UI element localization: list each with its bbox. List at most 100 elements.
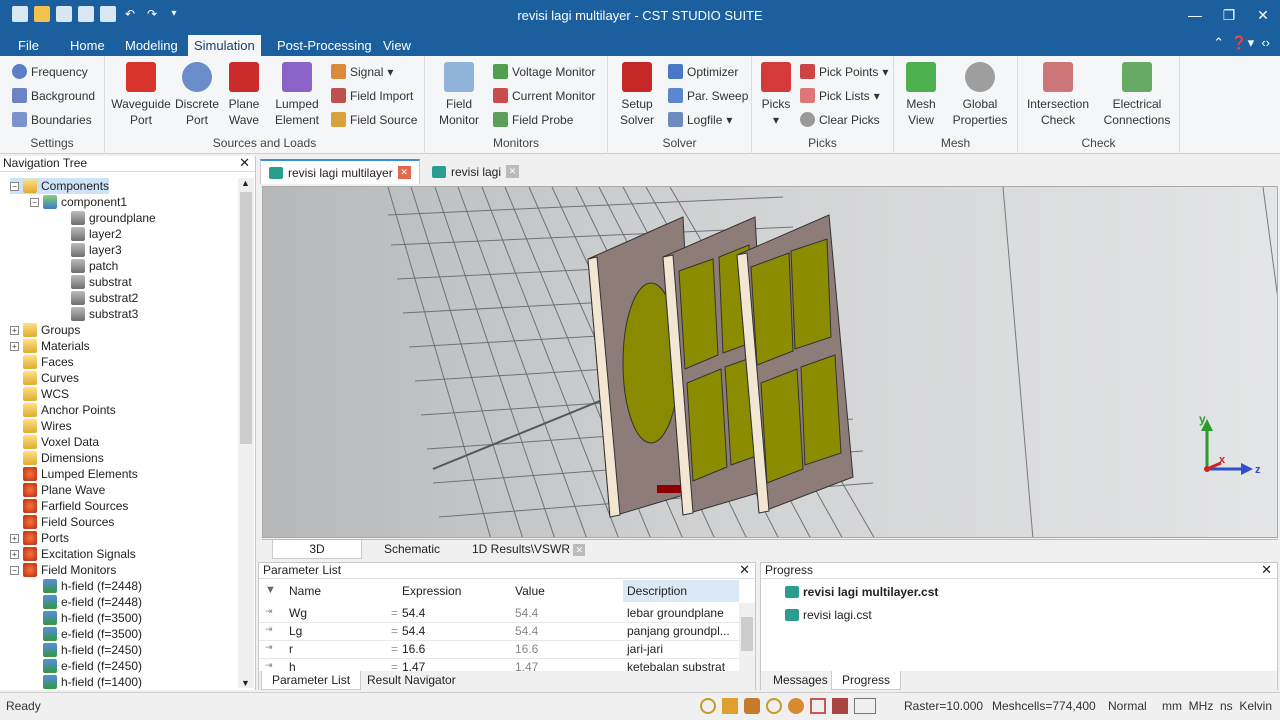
tree-item[interactable]: h-field (f=2450) — [30, 642, 142, 658]
tree-item[interactable]: + Groups — [10, 322, 80, 338]
electrical-connections-button[interactable]: Electrical Connections — [1098, 62, 1176, 128]
expand-toggle-icon[interactable]: + — [10, 549, 19, 559]
doc-tab-multilayer[interactable]: revisi lagi multilayer ✕ — [260, 159, 420, 184]
scrollbar-thumb[interactable] — [240, 192, 252, 444]
tree-item[interactable]: Dimensions — [10, 450, 104, 466]
tree-item[interactable]: e-field (f=3500) — [30, 626, 142, 642]
field-import-button[interactable]: Field Import — [331, 88, 413, 103]
parameter-expression[interactable]: 16.6 — [402, 642, 425, 656]
mesh-view-button[interactable]: Mesh View — [900, 62, 942, 128]
tree-item[interactable]: − Field Monitors — [10, 562, 116, 578]
parameter-value[interactable]: 16.6 — [515, 642, 538, 656]
expand-toggle-icon[interactable]: − — [10, 565, 19, 575]
plane-wave-button[interactable]: Plane Wave — [223, 62, 265, 128]
help-icon[interactable]: ⌃ ❓▾ ‹› — [1213, 35, 1270, 51]
tab-result-navigator[interactable]: Result Navigator — [357, 671, 466, 690]
field-monitor-button[interactable]: Field Monitor — [433, 62, 485, 128]
pan-icon[interactable] — [722, 698, 738, 714]
spin-icon[interactable] — [788, 698, 804, 714]
waveguide-port-button[interactable]: Waveguide Port — [109, 62, 173, 128]
rotate-icon[interactable] — [744, 698, 760, 714]
column-name[interactable]: Name — [289, 584, 321, 598]
tree-item[interactable]: Plane Wave — [10, 482, 105, 498]
parameter-description[interactable]: lebar groundplane — [627, 606, 724, 620]
tree-item[interactable]: Anchor Points — [10, 402, 116, 418]
tab-home[interactable]: Home — [64, 35, 111, 56]
tree-item[interactable]: substrat3 — [58, 306, 138, 322]
field-source-button[interactable]: Field Source — [331, 112, 417, 127]
pick-lists-button[interactable]: Pick Lists ▾ — [800, 88, 880, 103]
column-value[interactable]: Value — [515, 584, 545, 598]
view-tab-vswr[interactable]: 1D Results\VSWR ✕ — [464, 540, 593, 559]
tree-item[interactable]: h-field (f=3500) — [30, 610, 142, 626]
expand-toggle-icon[interactable]: + — [10, 341, 19, 351]
progress-file-2[interactable]: revisi lagi.cst — [785, 608, 872, 622]
parameter-name[interactable]: Wg — [289, 606, 307, 620]
parameter-expression[interactable]: 54.4 — [402, 624, 425, 638]
tree-item[interactable]: h-field (f=1400) — [30, 674, 142, 690]
signal-button[interactable]: Signal ▾ — [331, 64, 393, 79]
field-probe-button[interactable]: Field Probe — [493, 112, 573, 127]
tree-item[interactable]: Farfield Sources — [10, 498, 128, 514]
tree-item[interactable]: − component1 — [30, 194, 127, 210]
parameter-description[interactable]: jari-jari — [627, 642, 663, 656]
tree-item[interactable]: substrat2 — [58, 290, 138, 306]
tree-item[interactable]: patch — [58, 258, 118, 274]
column-description[interactable]: Description — [623, 580, 739, 602]
parameter-value[interactable]: 54.4 — [515, 624, 538, 638]
close-icon[interactable]: ✕ — [1261, 562, 1272, 578]
intersection-check-button[interactable]: Intersection Check — [1024, 62, 1092, 128]
expand-toggle-icon[interactable]: + — [10, 325, 19, 335]
doc-tab-revisi-lagi[interactable]: revisi lagi ✕ — [424, 159, 527, 184]
tree-item[interactable]: e-field (f=2448) — [30, 594, 142, 610]
optimizer-button[interactable]: Optimizer — [668, 64, 738, 79]
setup-solver-button[interactable]: Setup Solver — [614, 62, 660, 128]
tree-item[interactable]: Lumped Elements — [10, 466, 138, 482]
view-cube-icon[interactable] — [854, 698, 876, 714]
tree-scrollbar[interactable]: ▲ ▼ — [238, 178, 254, 688]
background-button[interactable]: Background — [12, 88, 95, 103]
tab-modeling[interactable]: Modeling — [119, 35, 184, 56]
tree-item[interactable]: − Components — [10, 178, 110, 194]
parameter-name[interactable]: r — [289, 642, 293, 656]
expand-toggle-icon[interactable]: − — [30, 197, 39, 207]
scroll-up-icon[interactable]: ▲ — [241, 178, 250, 188]
close-icon[interactable]: ✕ — [739, 562, 750, 578]
expand-toggle-icon[interactable]: − — [10, 181, 19, 191]
3d-viewport[interactable]: y x z — [262, 186, 1278, 538]
logfile-button[interactable]: Logfile ▾ — [668, 112, 732, 127]
param-scrollbar[interactable] — [739, 603, 755, 671]
units-status[interactable]: mm MHz ns Kelvin — [1162, 699, 1272, 713]
clear-picks-button[interactable]: Clear Picks — [800, 112, 880, 127]
tree-item[interactable]: Curves — [10, 370, 79, 386]
parameter-expression[interactable]: 54.4 — [402, 606, 425, 620]
par-sweep-button[interactable]: Par. Sweep — [668, 88, 748, 103]
tree-item[interactable]: layer3 — [58, 242, 122, 258]
discrete-port-button[interactable]: Discrete Port — [173, 62, 221, 128]
progress-file-1[interactable]: revisi lagi multilayer.cst — [785, 585, 938, 599]
tab-progress[interactable]: Progress — [831, 671, 902, 690]
tree-item[interactable]: e-field (f=2450) — [30, 658, 142, 674]
frequency-button[interactable]: Frequency — [12, 64, 88, 79]
picks-button[interactable]: Picks ▾ — [756, 62, 796, 128]
view-tab-schematic[interactable]: Schematic — [376, 540, 448, 559]
tree-item[interactable]: + Excitation Signals — [10, 546, 136, 562]
pick-icon[interactable] — [832, 698, 848, 714]
tree-item[interactable]: + Materials — [10, 338, 90, 354]
close-tab-icon[interactable]: ✕ — [397, 166, 411, 179]
tree-item[interactable]: Field Sources — [10, 514, 114, 530]
tree-item[interactable]: Wires — [10, 418, 72, 434]
tab-simulation[interactable]: Simulation — [188, 35, 261, 56]
scroll-down-icon[interactable]: ▼ — [241, 678, 250, 688]
filter-icon[interactable]: ▼ — [265, 584, 276, 596]
tree-item[interactable]: + Ports — [10, 530, 69, 546]
maximize-button[interactable]: ❐ — [1212, 0, 1246, 32]
column-expression[interactable]: Expression — [402, 584, 461, 598]
tree-item[interactable]: Voxel Data — [10, 434, 99, 450]
lumped-element-button[interactable]: Lumped Element — [269, 62, 325, 128]
tree-item[interactable]: substrat — [58, 274, 132, 290]
minimize-button[interactable]: — — [1178, 0, 1212, 32]
boundaries-button[interactable]: Boundaries — [12, 112, 92, 127]
tree-item[interactable]: Faces — [10, 354, 74, 370]
tree-item[interactable]: WCS — [10, 386, 69, 402]
